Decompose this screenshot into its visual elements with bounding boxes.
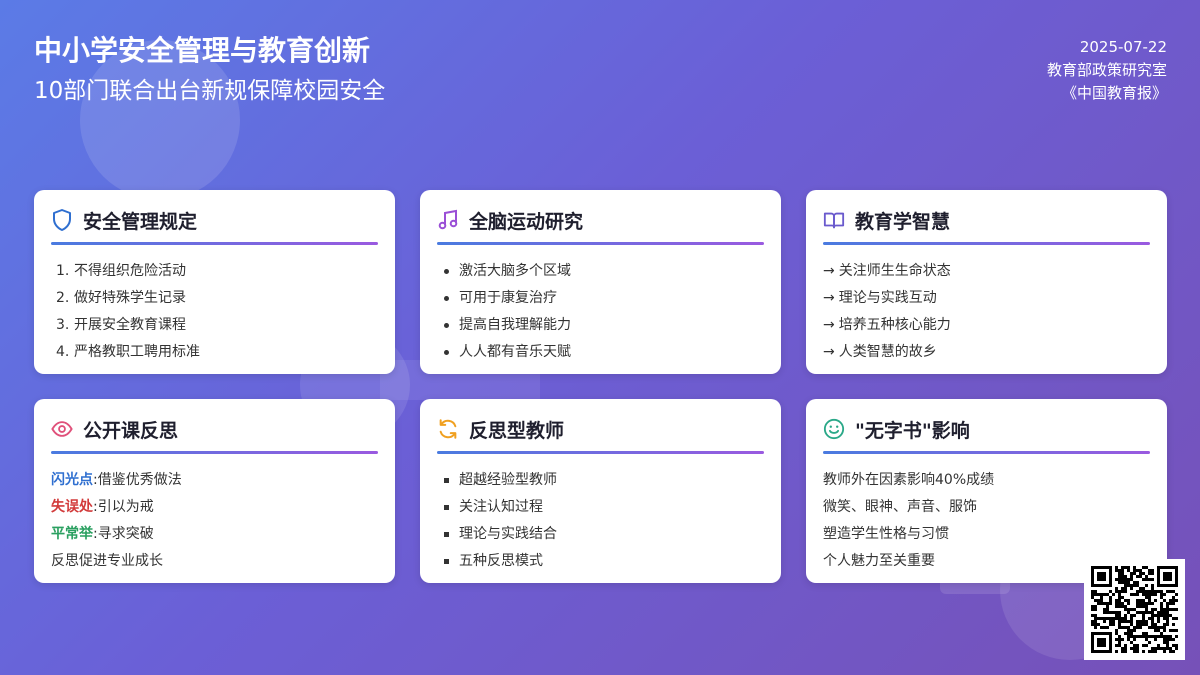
music-note-icon xyxy=(437,209,459,231)
card-title: 全脑运动研究 xyxy=(469,210,584,233)
list-item: 激活大脑多个区域 xyxy=(437,258,764,285)
card-title: "无字书"影响 xyxy=(855,419,970,442)
eye-icon xyxy=(51,418,73,440)
card-title: 教育学智慧 xyxy=(855,210,951,233)
list-item: 1. 不得组织危险活动 xyxy=(56,263,186,279)
list-item: 微笑、眼神、声音、服饰 xyxy=(823,499,977,515)
list-item: → 培养五种核心能力 xyxy=(823,317,951,333)
source: 《中国教育报》 xyxy=(1061,84,1167,102)
card-open-class-reflection: 公开课反思 闪光点: 借鉴优秀做法 失误处: 引以为戒 平常举: 寻求突破 反思… xyxy=(34,399,395,583)
list-item: 教师外在因素影响40%成绩 xyxy=(823,472,995,488)
shield-icon xyxy=(51,209,73,231)
list-item: 超越经验型教师 xyxy=(437,467,764,494)
card-title: 公开课反思 xyxy=(83,419,179,442)
divider xyxy=(437,451,764,454)
card-unwritten-book: "无字书"影响 教师外在因素影响40%成绩 微笑、眼神、声音、服饰 塑造学生性格… xyxy=(806,399,1167,583)
list-item: 提高自我理解能力 xyxy=(437,312,764,339)
refresh-icon xyxy=(437,418,459,440)
date: 2025-07-22 xyxy=(1079,38,1167,56)
list-item: → 关注师生生命状态 xyxy=(823,263,951,279)
list-item: 4. 严格教职工聘用标准 xyxy=(56,344,200,360)
organization: 教育部政策研究室 xyxy=(1046,61,1167,79)
list-item: 闪光点: 借鉴优秀做法 xyxy=(51,472,182,488)
list-item: 人人都有音乐天赋 xyxy=(437,339,764,366)
list-item: 失误处: 引以为戒 xyxy=(51,499,154,515)
divider xyxy=(437,242,764,245)
card-title: 反思型教师 xyxy=(469,419,565,442)
list-item: 3. 开展安全教育课程 xyxy=(56,317,186,333)
card-title: 安全管理规定 xyxy=(83,210,198,233)
qr-code xyxy=(1084,559,1185,660)
list-item: → 人类智慧的故乡 xyxy=(823,344,937,360)
list-item: 2. 做好特殊学生记录 xyxy=(56,290,186,306)
list-item: 关注认知过程 xyxy=(437,494,764,521)
list-item: 塑造学生性格与习惯 xyxy=(823,526,949,542)
list-item: 反思促进专业成长 xyxy=(51,553,163,569)
list-item: 平常举: 寻求突破 xyxy=(51,526,154,542)
header: 中小学安全管理与教育创新 10部门联合出台新规保障校园安全 xyxy=(34,32,385,108)
divider xyxy=(51,451,378,454)
divider xyxy=(823,242,1150,245)
list-item: 理论与实践结合 xyxy=(437,521,764,548)
meta-info: 2025-07-22 教育部政策研究室 《中国教育报》 xyxy=(1047,36,1167,105)
card-brain-research: 全脑运动研究 激活大脑多个区域 可用于康复治疗 提高自我理解能力 人人都有音乐天… xyxy=(420,190,781,374)
divider xyxy=(51,242,378,245)
open-book-icon xyxy=(823,209,845,231)
list-item: 可用于康复治疗 xyxy=(437,285,764,312)
page-title: 中小学安全管理与教育创新 xyxy=(34,34,371,67)
page-subtitle: 10部门联合出台新规保障校园安全 xyxy=(34,78,386,104)
list-item: → 理论与实践互动 xyxy=(823,290,937,306)
card-safety-rules: 安全管理规定 1. 不得组织危险活动 2. 做好特殊学生记录 3. 开展安全教育课程 … xyxy=(34,190,395,374)
smile-icon xyxy=(823,418,845,440)
list-item: 五种反思模式 xyxy=(437,548,764,575)
card-reflective-teacher: 反思型教师 超越经验型教师 关注认知过程 理论与实践结合 五种反思模式 xyxy=(420,399,781,583)
divider xyxy=(823,451,1150,454)
card-pedagogy-wisdom: 教育学智慧 → 关注师生生命状态 → 理论与实践互动 → 培养五种核心能力 → 人类智慧… xyxy=(806,190,1167,374)
